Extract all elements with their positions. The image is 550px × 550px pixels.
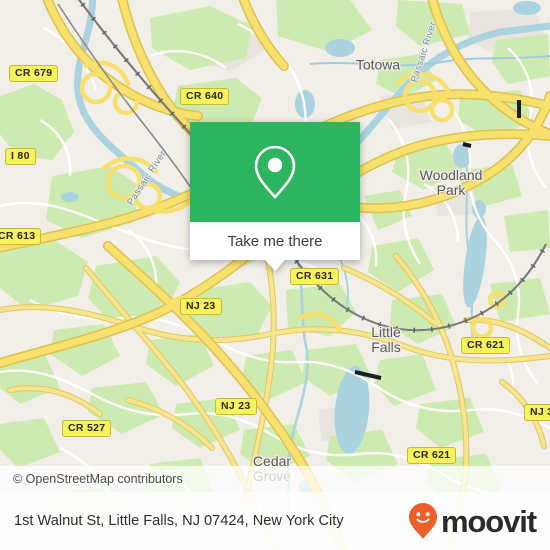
place-label: Little Falls (371, 325, 401, 355)
take-me-there-label: Take me there (227, 232, 323, 250)
moovit-brand[interactable]: moovit (408, 502, 537, 540)
map-pin-icon (254, 145, 296, 199)
moovit-wordmark: moovit (440, 503, 537, 539)
map-attribution-bar: © OpenStreetMap contributors (0, 466, 550, 492)
road-shield: CR 621 (407, 447, 457, 464)
road-shield: NJ 23 (215, 398, 257, 415)
map-application: Passaic River Passaic River Totowa Woodlan… (0, 0, 550, 550)
road-shield: NJ 23 (180, 298, 222, 315)
road-shield: CR 631 (290, 268, 340, 285)
place-label-line: Falls (371, 339, 401, 355)
footer-bar: 1st Walnut St, Little Falls, NJ 07424, N… (0, 492, 550, 550)
place-label-line: Woodland (419, 167, 483, 183)
road-shield: I 80 (5, 148, 36, 165)
popup-pointer-tail (265, 260, 285, 271)
place-label: Totowa (355, 56, 401, 73)
address-label: 1st Walnut St, Little Falls, NJ 07424, N… (14, 513, 344, 529)
road-shield: CR 640 (180, 88, 230, 105)
road-shield: CR 613 (0, 228, 42, 245)
road-shield: CR 679 (9, 65, 59, 82)
road-shield: NJ 3 (524, 404, 550, 421)
place-label-line: Little (371, 324, 401, 340)
popup-header (190, 122, 360, 222)
moovit-smiley-pin-icon (408, 503, 437, 539)
place-label-line: Totowa (355, 56, 401, 73)
take-me-there-button[interactable]: Take me there (190, 222, 360, 260)
destination-popup[interactable]: Take me there (190, 122, 360, 271)
place-label: Woodland Park (420, 168, 483, 198)
osm-attribution-text: © OpenStreetMap contributors (13, 472, 183, 486)
place-label-line: Park (436, 182, 466, 198)
road-shield: CR 621 (461, 337, 511, 354)
road-shield: CR 527 (62, 420, 112, 437)
